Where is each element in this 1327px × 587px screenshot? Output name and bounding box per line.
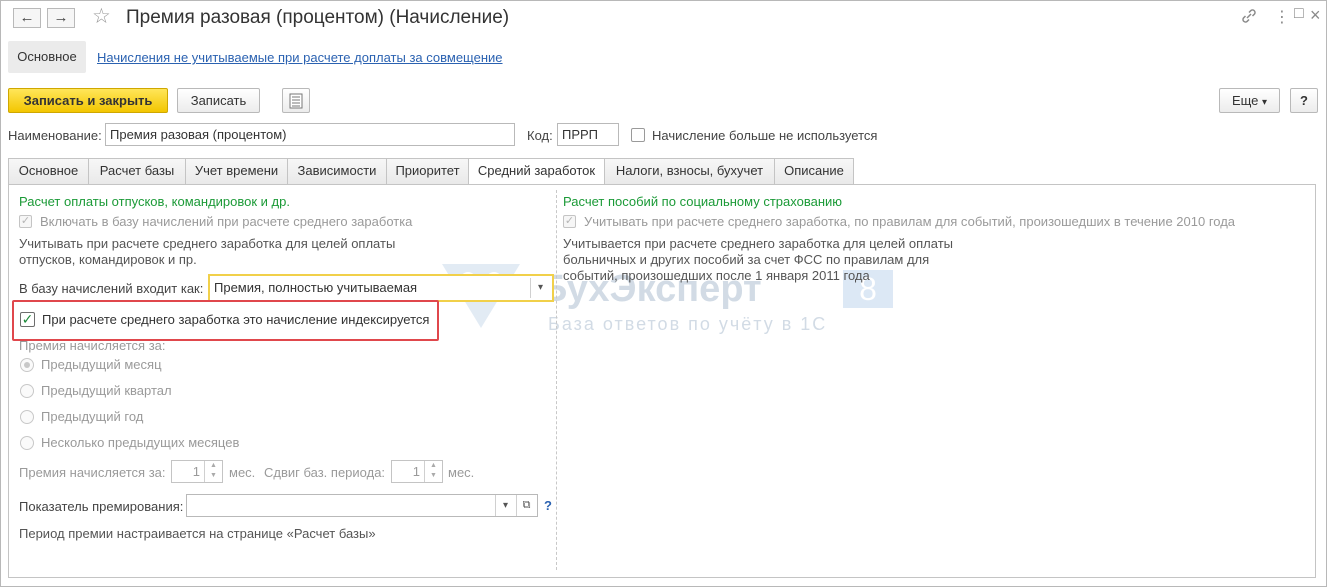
- base-type-label: В базу начислений входит как:: [19, 281, 204, 296]
- forward-button[interactable]: →: [47, 8, 75, 28]
- save-button[interactable]: Записать: [177, 88, 260, 113]
- right-note-line1: Учитывается при расчете среднего заработ…: [563, 236, 953, 251]
- tab-taxes[interactable]: Налоги, взносы, бухучет: [604, 158, 775, 184]
- column-divider: [556, 190, 557, 570]
- radio-prev-year-label: Предыдущий год: [41, 409, 144, 424]
- right-note-line2: больничных и других пособий за счет ФСС …: [563, 252, 930, 267]
- months-value: 1: [192, 464, 200, 479]
- tab-base-calculation[interactable]: Расчет базы: [88, 158, 186, 184]
- favorite-star-icon[interactable]: ☆: [92, 4, 111, 29]
- fss-include-label: Учитывать при расчете среднего заработка…: [584, 214, 1236, 229]
- section-link-accruals[interactable]: Начисления не учитываемые при расчете до…: [97, 50, 503, 65]
- indexed-checkbox[interactable]: ✓: [20, 312, 35, 327]
- radio-prev-quarter-label: Предыдущий квартал: [41, 383, 172, 398]
- right-note-line3: событий, произошедших после 1 января 201…: [563, 268, 870, 283]
- tab-time-accounting[interactable]: Учет времени: [185, 158, 288, 184]
- radio-prev-month: [20, 358, 34, 372]
- radio-prev-quarter: [20, 384, 34, 398]
- tab-priority[interactable]: Приоритет: [386, 158, 469, 184]
- page-title: Премия разовая (процентом) (Начисление): [126, 7, 510, 28]
- link-icon-svg: [1242, 9, 1256, 23]
- more-button[interactable]: Еще ▾: [1219, 88, 1280, 113]
- indicator-input[interactable]: [186, 494, 538, 517]
- radio-prev-month-label: Предыдущий месяц: [41, 357, 162, 372]
- name-label: Наименование:: [8, 128, 102, 143]
- more-label: Еще: [1231, 93, 1259, 108]
- chevron-down-icon: ▾: [1262, 97, 1268, 108]
- tab-average-earnings[interactable]: Средний заработок: [468, 158, 605, 185]
- section-main[interactable]: Основное: [8, 41, 86, 73]
- left-note-line2: отпусков, командировок и пр.: [19, 252, 197, 267]
- report-button[interactable]: [282, 88, 310, 113]
- code-label: Код:: [527, 128, 553, 143]
- unused-label: Начисление больше не используется: [652, 128, 878, 143]
- indexed-label: При расчете среднего заработка это начис…: [42, 312, 430, 327]
- radio-several-months-label: Несколько предыдущих месяцев: [41, 435, 240, 450]
- months-unit: мес.: [229, 465, 256, 480]
- shift-value: 1: [412, 464, 420, 479]
- base-type-dropdown-icon[interactable]: ▾: [530, 278, 550, 298]
- forward-arrow-icon: →: [53, 9, 69, 26]
- indicator-help-icon[interactable]: ?: [544, 498, 552, 513]
- indicator-label: Показатель премирования:: [19, 499, 184, 514]
- link-icon[interactable]: [1240, 7, 1258, 30]
- stepper-arrows-icon: ▲ ▼: [204, 461, 222, 482]
- back-arrow-icon: ←: [19, 9, 35, 26]
- unused-checkbox[interactable]: [631, 128, 645, 142]
- save-and-close-button[interactable]: Записать и закрыть: [8, 88, 168, 113]
- months-stepper: 1 ▲ ▼: [171, 460, 223, 483]
- indicator-dropdown-icon[interactable]: ▾: [495, 495, 515, 516]
- name-input[interactable]: Премия разовая (процентом): [105, 123, 515, 146]
- include-base-checkbox: ✓: [19, 215, 32, 228]
- left-heading: Расчет оплаты отпусков, командировок и д…: [19, 194, 290, 209]
- radio-prev-year: [20, 410, 34, 424]
- footer-note: Период премии настраивается на странице …: [19, 526, 376, 541]
- right-heading: Расчет пособий по социальному страховани…: [563, 194, 843, 209]
- indicator-open-icon[interactable]: ⧉: [516, 495, 536, 516]
- stepper-arrows-icon: ▲ ▼: [424, 461, 442, 482]
- tab-description[interactable]: Описание: [774, 158, 854, 184]
- tab-main[interactable]: Основное: [8, 158, 89, 184]
- watermark-tagline: База ответов по учёту в 1С: [548, 314, 828, 334]
- radio-several-months: [20, 436, 34, 450]
- base-type-select[interactable]: Премия, полностью учитываемая: [208, 274, 554, 302]
- shift-label: Сдвиг баз. периода:: [264, 465, 386, 480]
- shift-unit: мес.: [448, 465, 475, 480]
- document-list-icon: [289, 93, 303, 109]
- back-button[interactable]: ←: [13, 8, 41, 28]
- more-menu-icon[interactable]: ⋮: [1274, 7, 1290, 27]
- left-note-line1: Учитывать при расчете среднего заработка…: [19, 236, 396, 251]
- maximize-icon[interactable]: □: [1294, 5, 1304, 23]
- shift-stepper: 1 ▲ ▼: [391, 460, 443, 483]
- include-base-label: Включать в базу начислений при расчете с…: [40, 214, 413, 229]
- months-label: Премия начисляется за:: [19, 465, 166, 480]
- help-button[interactable]: ?: [1290, 88, 1318, 113]
- tab-dependencies[interactable]: Зависимости: [287, 158, 387, 184]
- close-icon[interactable]: ×: [1310, 5, 1321, 26]
- code-input[interactable]: ПРРП: [557, 123, 619, 146]
- period-heading: Премия начисляется за:: [19, 338, 166, 353]
- fss-include-checkbox: ✓: [563, 215, 576, 228]
